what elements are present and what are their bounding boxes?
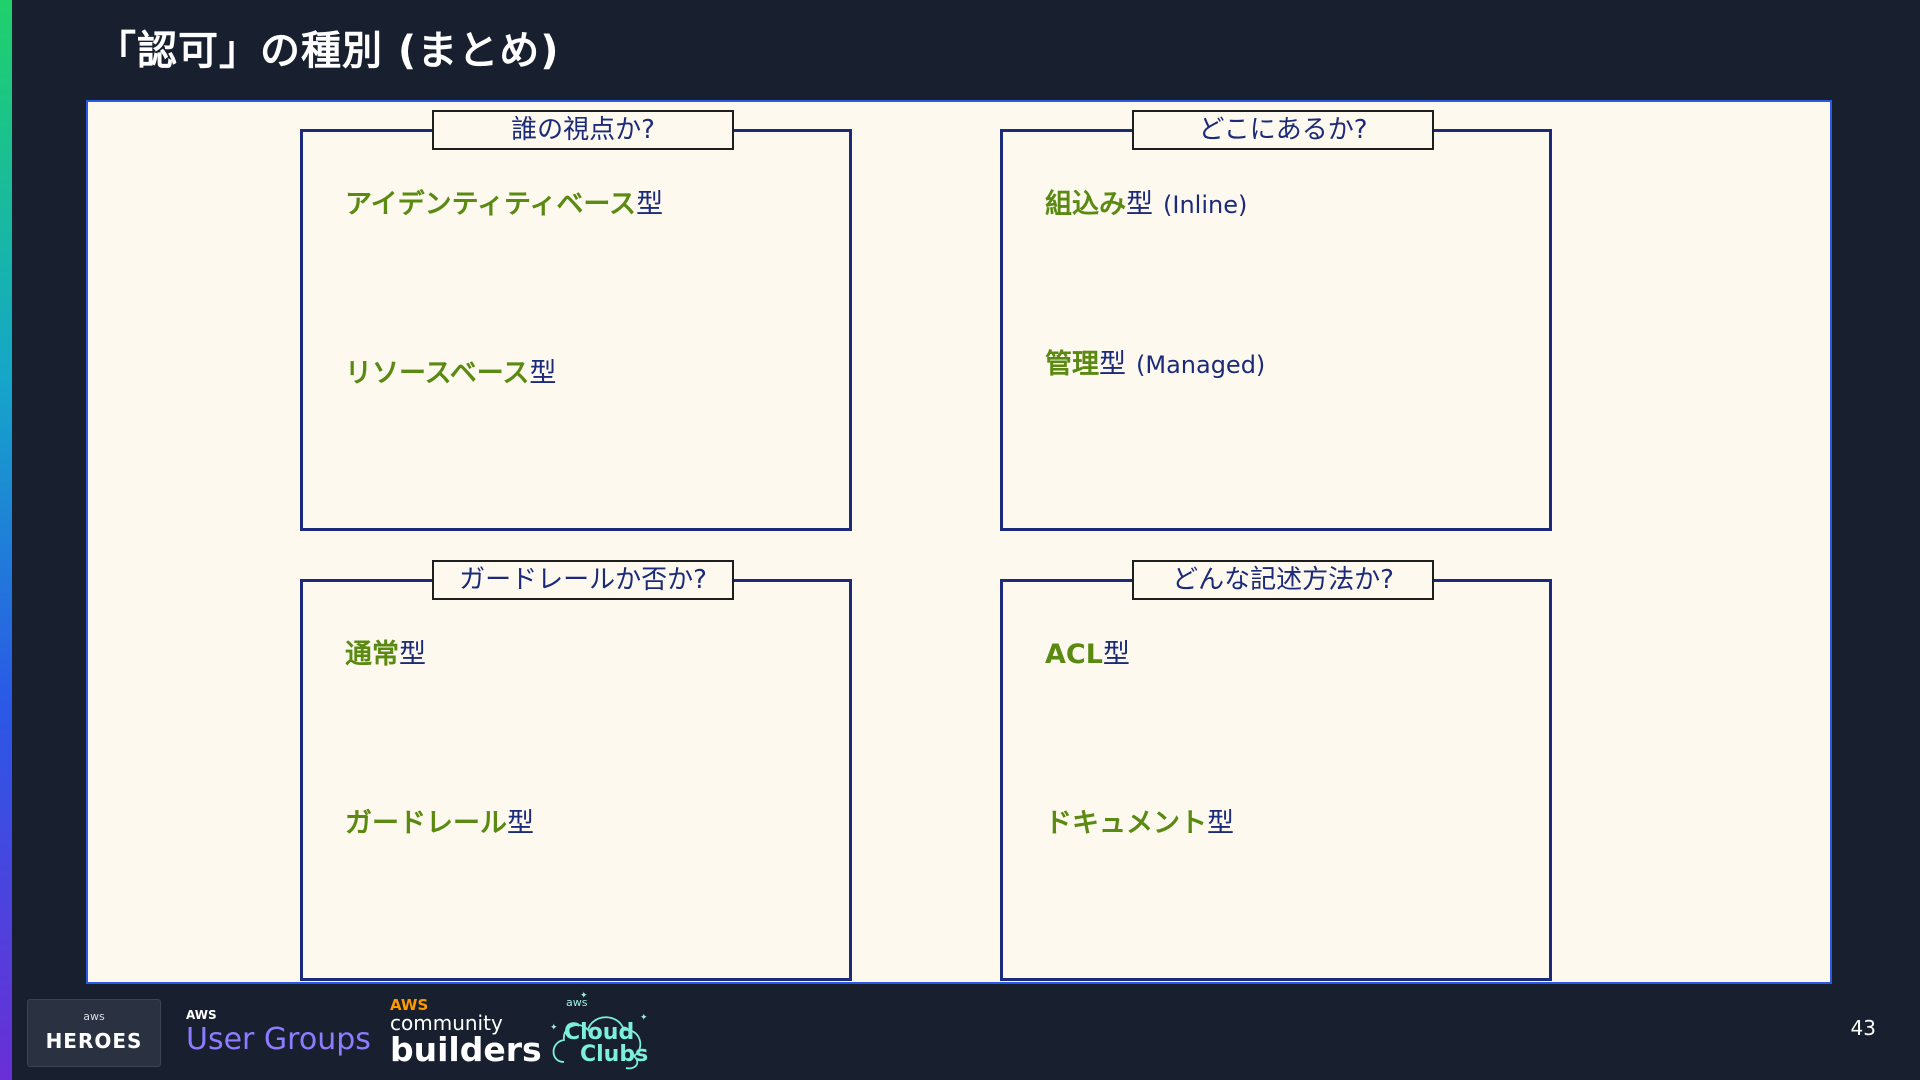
item-managed: 管理型 (Managed) (1045, 349, 1266, 380)
item-identity-based: アイデンティティベース型 (345, 189, 664, 220)
aws-user-groups-logo: AWS User Groups (186, 1008, 371, 1057)
aws-cloud-clubs-logo: ✦ ✦ ✦ aws Cloud Clubs (546, 990, 656, 1070)
svg-text:✦: ✦ (640, 1013, 648, 1023)
accent-side-bar (0, 0, 12, 1080)
box-tag: どこにあるか? (1132, 110, 1434, 150)
box-tag: どんな記述方法か? (1132, 560, 1434, 600)
svg-text:✦: ✦ (550, 1023, 558, 1033)
item-document: ドキュメント型 (1045, 808, 1234, 839)
slide-title: 「認可」の種別 (まとめ) (96, 28, 560, 74)
box-location: どこにあるか? 組込み型 (Inline) 管理型 (Managed) (1000, 110, 1552, 531)
box-guardrail: ガードレールか否か? 通常型 ガードレール型 (300, 560, 852, 981)
aws-community-builders-logo: AWS community builders (390, 996, 542, 1069)
box-perspective: 誰の視点か? アイデンティティベース型 リソースベース型 (300, 110, 852, 531)
box-description-method: どんな記述方法か? ACL型 ドキュメント型 (1000, 560, 1552, 981)
item-normal: 通常型 (345, 639, 426, 670)
item-resource-based: リソースベース型 (345, 358, 557, 389)
aws-heroes-logo: aws HEROES (27, 999, 161, 1067)
box-tag: ガードレールか否か? (432, 560, 734, 600)
content-panel: 誰の視点か? アイデンティティベース型 リソースベース型 どこにあるか? 組込み… (86, 100, 1832, 984)
item-inline: 組込み型 (Inline) (1045, 189, 1248, 220)
item-guardrail: ガードレール型 (345, 808, 534, 839)
page-number: 43 (1850, 1016, 1876, 1040)
item-acl: ACL型 (1045, 639, 1130, 670)
box-tag: 誰の視点か? (432, 110, 734, 150)
